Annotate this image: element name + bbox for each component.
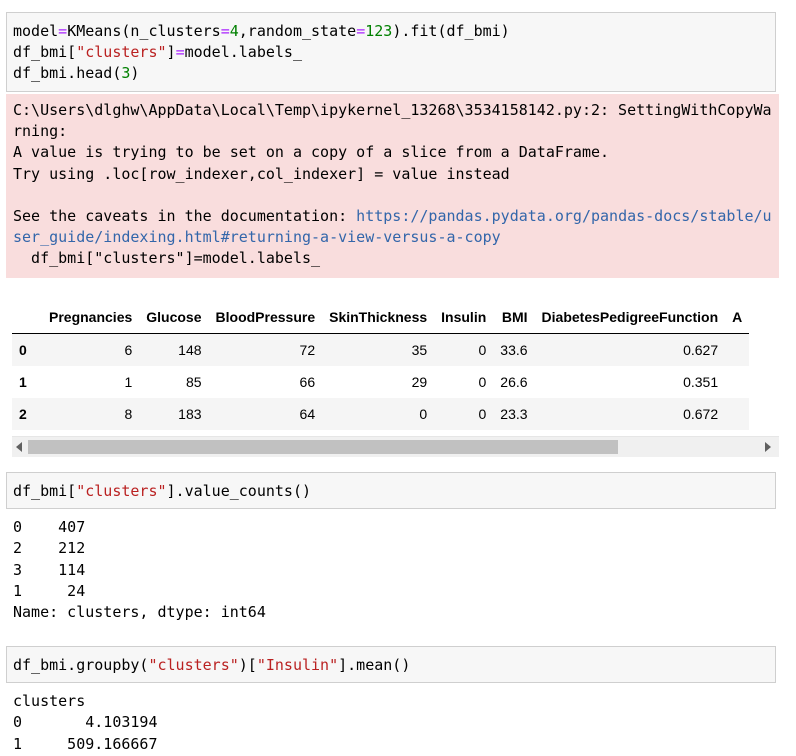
warning-line: A value is trying to be set on a copy of…	[13, 143, 610, 162]
table-cell: 33.6	[500, 342, 528, 358]
table-cell: 85	[185, 374, 202, 390]
table-cell: 1	[124, 374, 133, 390]
column-header: DiabetesPedigreeFunction	[534, 300, 726, 334]
output-line: 2 212	[13, 539, 86, 558]
table-cell: 8	[124, 406, 133, 422]
warning-line: C:\Users\dlghw\AppData\Local\Temp\ipyker…	[13, 101, 772, 119]
code-token: KMeans(n_clusters	[67, 22, 221, 40]
code-cell-kmeans[interactable]: model=KMeans(n_clusters=4,random_state=1…	[6, 12, 776, 92]
table-cell	[725, 334, 749, 367]
table-cell: 0	[478, 406, 487, 422]
column-header: Pregnancies	[42, 300, 140, 334]
operator-token: =	[175, 43, 185, 61]
warning-line: rning:	[13, 122, 68, 141]
column-header: A	[725, 300, 750, 334]
operator-token: =	[356, 22, 366, 40]
docs-link[interactable]: ser_guide/indexing.html#returning-a-view…	[13, 228, 501, 246]
table-row: 0 6 148 72 35 0 33.6 0.627	[12, 333, 750, 367]
code-token: df_bmi[	[13, 43, 77, 61]
code-token: ].mean()	[338, 656, 411, 674]
table-cell: 148	[178, 342, 202, 358]
column-header: Glucose	[139, 300, 209, 334]
table-cell: 0	[478, 342, 487, 358]
table-cell	[725, 398, 749, 430]
output-line: 1 24	[13, 581, 86, 600]
output-line: Name: clusters, dtype: int64	[13, 603, 266, 622]
table-cell: 6	[124, 342, 133, 358]
warning-output: C:\Users\dlghw\AppData\Local\Temp\ipyker…	[6, 94, 779, 278]
scroll-left-arrow-icon[interactable]	[16, 442, 22, 452]
row-index: 0	[19, 342, 27, 358]
docs-link[interactable]: https://pandas.pydata.org/pandas-docs/st…	[356, 207, 771, 225]
warning-line: df_bmi["clusters"]=model.labels_	[13, 249, 321, 268]
operator-token: =	[220, 22, 230, 40]
table-cell: 72	[299, 342, 316, 358]
string-token: "Insulin"	[256, 656, 339, 674]
table-cell: 0	[419, 406, 428, 422]
code-token: ]	[166, 43, 176, 61]
groupby-output: clusters 0 4.103194 1 509.166667	[13, 691, 158, 755]
table-cell: 0	[478, 374, 487, 390]
table-cell: 29	[411, 374, 428, 390]
table-cell: 64	[299, 406, 316, 422]
horizontal-scrollbar[interactable]	[12, 436, 779, 457]
code-token: ].value_counts()	[166, 482, 312, 500]
warning-line: See the caveats in the documentation:	[13, 207, 357, 226]
operator-token: =	[58, 22, 68, 40]
value-counts-output: 0 407 2 212 3 114 1 24 Name: clusters, d…	[13, 517, 266, 623]
table-row: 2 8 183 64 0 0 23.3 0.672	[12, 398, 750, 430]
notebook-page: model=KMeans(n_clusters=4,random_state=1…	[0, 0, 796, 756]
code-token: df_bmi[	[13, 482, 77, 500]
output-line: 0 4.103194	[13, 713, 158, 732]
number-token: 4	[229, 22, 239, 40]
code-token: df_bmi.head(	[13, 64, 122, 82]
column-header: BMI	[493, 300, 535, 334]
scroll-right-arrow-icon[interactable]	[765, 442, 771, 452]
dataframe-table: Pregnancies Glucose BloodPressure SkinTh…	[12, 300, 750, 430]
row-index: 2	[19, 406, 27, 422]
column-header: SkinThickness	[322, 300, 435, 334]
scrollbar-thumb[interactable]	[28, 440, 618, 454]
table-cell: 0.351	[683, 374, 719, 390]
table-cell: 66	[299, 374, 316, 390]
number-token: 123	[365, 22, 393, 40]
table-cell: 0.672	[683, 406, 719, 422]
code-cell-value-counts[interactable]: df_bmi["clusters"].value_counts()	[6, 472, 776, 509]
table-row: 1 1 85 66 29 0 26.6 0.351	[12, 366, 749, 398]
row-index: 1	[19, 374, 27, 390]
column-header: BloodPressure	[208, 300, 323, 334]
table-cell: 35	[411, 342, 428, 358]
table-cell: 23.3	[500, 406, 528, 422]
output-line: clusters	[13, 692, 86, 710]
table-header-row: Pregnancies Glucose BloodPressure SkinTh…	[12, 300, 750, 334]
code-token: ,random_state	[238, 22, 357, 40]
string-token: "clusters"	[76, 43, 167, 61]
table-cell: 0.627	[683, 342, 719, 358]
code-token: )[	[238, 656, 257, 674]
code-token: ).fit(df_bmi)	[392, 22, 510, 40]
output-line: 1 509.166667	[13, 734, 158, 753]
table-cell: 26.6	[500, 374, 528, 390]
code-token: model.labels_	[184, 43, 302, 61]
code-token: )	[130, 64, 140, 82]
code-token: df_bmi.groupby(	[13, 656, 149, 674]
column-header: Insulin	[434, 300, 494, 334]
output-line: 3 114	[13, 560, 86, 579]
code-token: model	[13, 22, 59, 40]
string-token: "clusters"	[148, 656, 239, 674]
string-token: "clusters"	[76, 482, 167, 500]
table-cell: 183	[178, 406, 202, 422]
column-header-index	[12, 300, 42, 334]
table-cell	[725, 366, 749, 398]
dataframe-output: Pregnancies Glucose BloodPressure SkinTh…	[12, 300, 779, 460]
code-cell-groupby[interactable]: df_bmi.groupby("clusters")["Insulin"].me…	[6, 646, 776, 683]
output-line: 0 407	[13, 518, 86, 536]
warning-line: Try using .loc[row_indexer,col_indexer] …	[13, 164, 510, 183]
